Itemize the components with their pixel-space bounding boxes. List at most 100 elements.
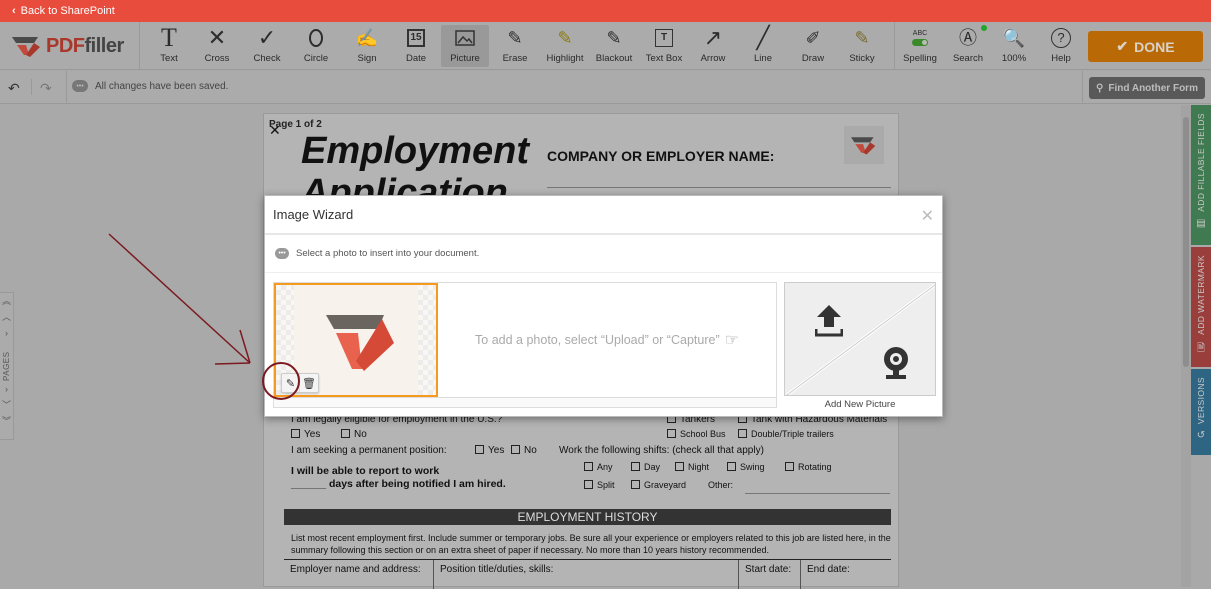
checkbox[interactable] <box>291 429 300 438</box>
checkbox[interactable] <box>341 429 350 438</box>
close-button[interactable]: ✕ <box>921 206 934 226</box>
back-to-sharepoint-link[interactable]: ‹ Back to SharePoint <box>0 0 1211 22</box>
redo-button[interactable]: ↷ <box>40 80 52 97</box>
tool-search[interactable]: Ⓐ Search <box>944 25 992 67</box>
checkbox[interactable] <box>511 445 520 454</box>
blackout-icon: ✎ <box>606 28 622 48</box>
position-column[interactable]: Position title/duties, skills: <box>434 560 739 589</box>
shift-swing[interactable]: Swing <box>727 462 765 472</box>
delete-image-button[interactable]: 🗑 <box>300 374 318 392</box>
upload-hint: To add a photo, select “Upload” or “Capt… <box>438 283 776 397</box>
checkbox[interactable] <box>667 429 676 438</box>
scrollbar-thumb[interactable] <box>1183 117 1189 367</box>
text-box-icon: T <box>655 25 673 51</box>
report-days-field[interactable]: ______ days after being notified I am hi… <box>291 478 506 490</box>
checkbox[interactable] <box>785 462 794 471</box>
eligible-no[interactable]: No <box>341 429 367 440</box>
gallery-scrollbar[interactable] <box>274 397 776 407</box>
tool-text[interactable]: T Text <box>145 25 193 67</box>
upload-icon[interactable] <box>815 305 843 337</box>
checkbox[interactable] <box>631 480 640 489</box>
back-label: Back to SharePoint <box>20 5 115 17</box>
add-new-picture-label[interactable]: Add New Picture <box>784 399 936 410</box>
checkbox[interactable] <box>727 462 736 471</box>
shift-any[interactable]: Any <box>584 462 613 472</box>
tool-line[interactable]: ╱ Line <box>739 25 787 67</box>
start-date-column[interactable]: Start date: <box>739 560 801 589</box>
vertical-scrollbar[interactable] <box>1181 105 1191 587</box>
company-name-field[interactable] <box>547 187 891 188</box>
checkbox[interactable] <box>631 462 640 471</box>
sign-icon: ✍ <box>355 28 379 48</box>
logo-pdf-text: PDF <box>46 34 85 57</box>
tool-sign[interactable]: ✍ Sign <box>343 25 391 67</box>
tool-blackout[interactable]: ✎ Blackout <box>590 25 638 67</box>
side-tab-label: VERSIONS <box>1196 377 1206 425</box>
tool-check[interactable]: ✓ Check <box>243 25 291 67</box>
watermark-icon: 🗎 <box>1196 342 1206 354</box>
done-button[interactable]: ✔ DONE <box>1088 31 1203 62</box>
shift-rotating[interactable]: Rotating <box>785 462 832 472</box>
shift-split[interactable]: Split <box>584 480 615 490</box>
add-watermark-tab[interactable]: ADD WATERMARK 🗎 <box>1191 247 1211 367</box>
help-icon: ? <box>1051 25 1071 51</box>
company-name-label: COMPANY OR EMPLOYER NAME: <box>547 148 775 164</box>
tool-text-box[interactable]: T Text Box <box>640 25 688 67</box>
tool-help[interactable]: ? Help <box>1037 25 1085 67</box>
undo-button[interactable]: ↶ <box>8 80 20 97</box>
expand-pages-icon[interactable]: › <box>5 325 8 341</box>
picture-icon <box>455 25 475 51</box>
prev-page-button[interactable]: ︿ <box>2 309 11 325</box>
expand-pages-icon[interactable]: › <box>5 381 8 397</box>
checkbox[interactable] <box>475 445 484 454</box>
cross-mark-annotation[interactable]: ✕ <box>269 122 281 139</box>
shift-night[interactable]: Night <box>675 462 709 472</box>
eligible-yes[interactable]: Yes <box>291 429 320 440</box>
report-label: I will be able to report to work <box>291 465 440 477</box>
save-status-text: All changes have been saved. <box>95 80 229 92</box>
pointing-hand-icon: ☞ <box>724 332 739 349</box>
tool-sticky[interactable]: ✎ Sticky <box>838 25 886 67</box>
tool-label: Blackout <box>595 53 633 64</box>
tool-picture[interactable]: Picture <box>441 25 489 67</box>
find-another-form-button[interactable]: ⚲ Find Another Form <box>1089 77 1205 99</box>
add-new-picture-button[interactable] <box>784 282 936 396</box>
tool-highlight[interactable]: ✎ Highlight <box>541 25 589 67</box>
webcam-capture-icon[interactable] <box>881 345 911 381</box>
tool-arrow[interactable]: ↗ Arrow <box>689 25 737 67</box>
checkbox[interactable] <box>584 480 593 489</box>
inserted-logo-image[interactable] <box>844 126 884 164</box>
next-page-button[interactable]: ﹀ <box>2 397 11 413</box>
annotation-circle <box>262 362 300 400</box>
tool-cross[interactable]: ✕ Cross <box>193 25 241 67</box>
tool-label: Cross <box>204 53 230 64</box>
tool-erase[interactable]: ✎ Erase <box>491 25 539 67</box>
add-fillable-fields-tab[interactable]: ADD FILLABLE FIELDS ▤ <box>1191 105 1211 245</box>
shift-graveyard[interactable]: Graveyard <box>631 480 686 490</box>
zoom-page-icon: 🔍 <box>1002 28 1026 48</box>
pages-label[interactable]: PAGES <box>1 341 13 381</box>
checkbox[interactable] <box>738 429 747 438</box>
last-page-button[interactable]: ︾ <box>2 413 11 429</box>
upload-hint-text: To add a photo, select “Upload” or “Capt… <box>475 333 720 347</box>
tool-draw[interactable]: ✐ Draw <box>789 25 837 67</box>
checkbox[interactable] <box>584 462 593 471</box>
checkbox[interactable] <box>675 462 684 471</box>
employer-column[interactable]: Employer name and address: <box>284 560 434 589</box>
first-page-button[interactable]: ︽ <box>2 293 11 309</box>
permanent-no[interactable]: No <box>511 445 537 456</box>
tool-circle[interactable]: Circle <box>292 25 340 67</box>
shift-day[interactable]: Day <box>631 462 660 472</box>
double-triple-option[interactable]: Double/Triple trailers <box>738 429 834 439</box>
end-date-column[interactable]: End date: <box>801 560 891 589</box>
tool-zoom[interactable]: 🔍 100% <box>990 25 1038 67</box>
tool-label: Search <box>952 53 984 64</box>
tool-label: 100% <box>1001 53 1027 64</box>
tool-spelling[interactable]: ABC Spelling <box>896 25 944 67</box>
permanent-yes[interactable]: Yes <box>475 445 504 456</box>
school-bus-option[interactable]: School Bus <box>667 429 726 439</box>
other-shift-field[interactable] <box>745 493 890 494</box>
dialog-title: Image Wizard <box>273 207 354 222</box>
tool-date[interactable]: 15 Date <box>392 25 440 67</box>
versions-tab[interactable]: VERSIONS ↺ <box>1191 369 1211 455</box>
